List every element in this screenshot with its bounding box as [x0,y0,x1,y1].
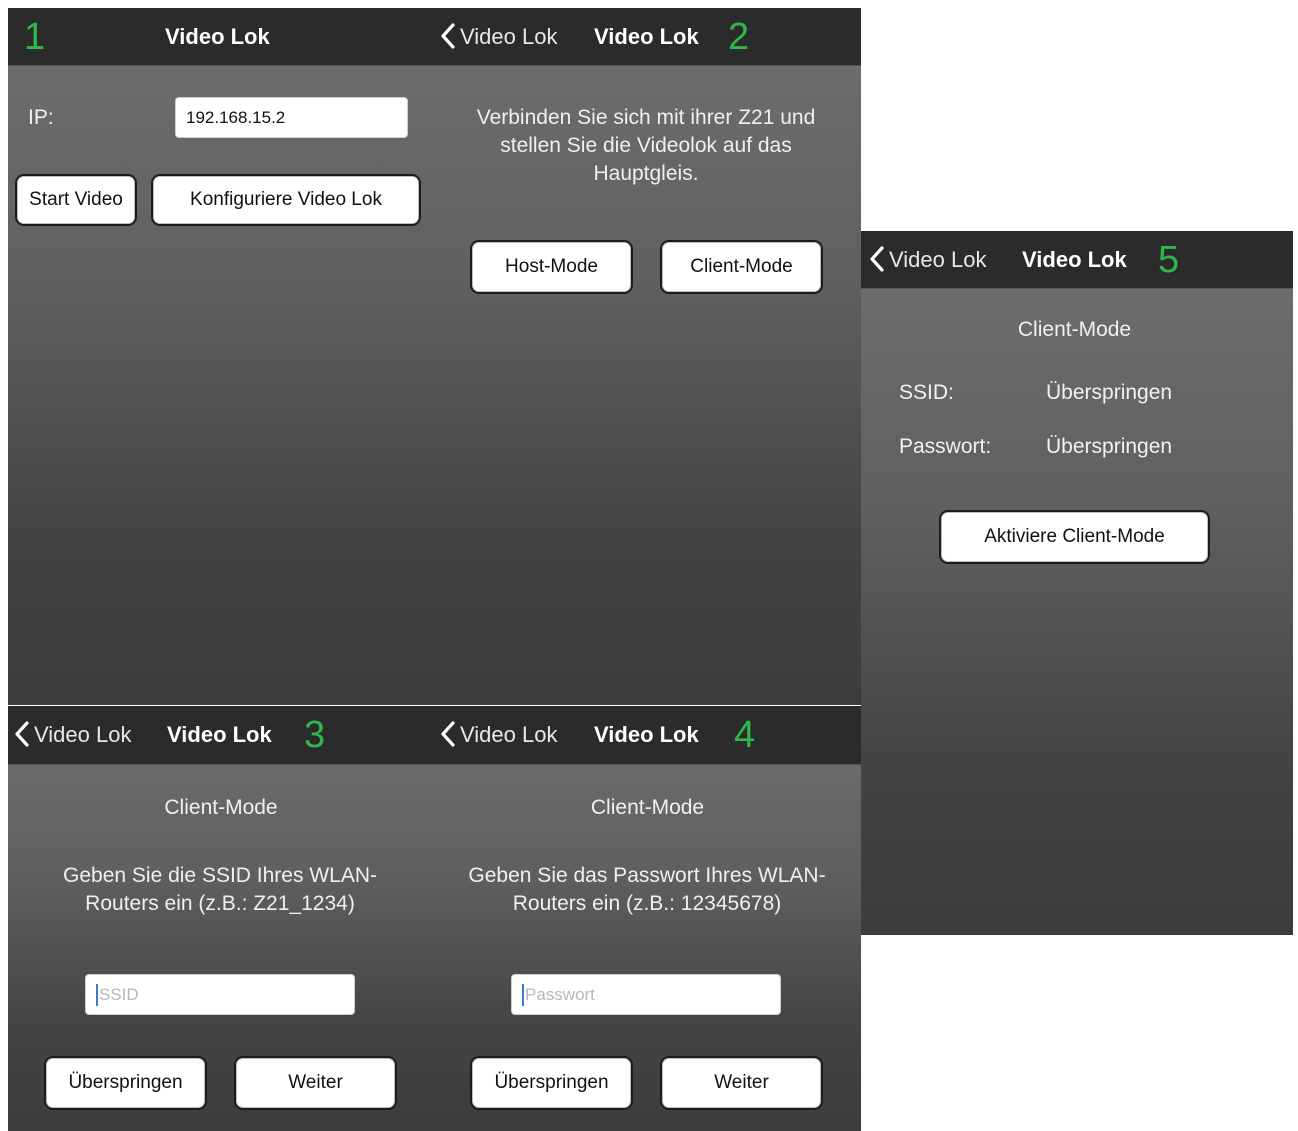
step-number: 3 [304,714,326,756]
back-label: Video Lok [460,722,558,747]
configure-video-lok-button[interactable]: Konfiguriere Video Lok [151,174,421,226]
nav-title: Video Lok [167,722,272,747]
instruction-text: Verbinden Sie sich mit ihrer Z21 und ste… [476,106,816,185]
password-value: Überspringen [1046,435,1173,458]
password-label: Passwort: [899,435,992,458]
next-button[interactable]: Weiter [234,1056,397,1110]
heading: Client-Mode [1017,318,1132,341]
chevron-left-icon [15,721,29,747]
nav-bar: Video Lok Video Lok 2 [434,8,861,66]
instruction-text: Geben Sie die SSID Ihres WLAN-Routers ei… [63,864,377,915]
nav-bar: Video Lok Video Lok 5 [861,231,1293,289]
step-number: 5 [1158,239,1180,281]
nav-title: Video Lok [165,24,270,49]
back-label: Video Lok [889,247,987,272]
nav-title: Video Lok [594,722,699,747]
nav-bar: Video Lok Video Lok 3 [8,706,434,765]
screen-4: Video Lok Video Lok 4 Client-Mode Geben … [434,706,861,1131]
heading: Client-Mode [590,796,705,819]
screen-5: Video Lok Video Lok 5 Client-Mode SSID: … [861,231,1293,935]
chevron-left-icon [441,721,455,747]
activate-client-mode-button[interactable]: Aktiviere Client-Mode [939,510,1210,564]
skip-button[interactable]: Überspringen [470,1056,633,1110]
password-input[interactable]: Passwort [511,974,781,1015]
screen-2: Video Lok Video Lok 2 Verbinden Sie sich… [434,8,861,705]
client-mode-button[interactable]: Client-Mode [660,240,823,294]
ssid-label: SSID: [899,381,954,404]
back-button[interactable]: Video Lok [14,706,131,764]
ip-input[interactable]: 192.168.15.2 [175,97,408,138]
step-number: 1 [24,16,46,58]
back-button[interactable]: Video Lok [869,231,986,288]
instruction-text: Geben Sie das Passwort Ihres WLAN-Router… [468,864,826,915]
ip-value: 192.168.15.2 [186,107,286,127]
ssid-placeholder: SSID [99,984,139,1004]
ip-label: IP: [28,106,54,129]
nav-title: Video Lok [1022,247,1127,272]
ssid-value: Überspringen [1046,381,1173,404]
screen-3: Video Lok Video Lok 3 Client-Mode Geben … [8,706,434,1131]
password-placeholder: Passwort [525,984,595,1004]
host-mode-button[interactable]: Host-Mode [470,240,633,294]
chevron-left-icon [870,246,884,272]
back-label: Video Lok [34,722,132,747]
back-label: Video Lok [460,24,558,49]
nav-title: Video Lok [594,24,699,49]
skip-button[interactable]: Überspringen [44,1056,207,1110]
back-button[interactable]: Video Lok [440,8,557,65]
text-caret [522,983,524,1006]
back-button[interactable]: Video Lok [440,706,557,764]
nav-bar: Video Lok Video Lok 4 [434,706,861,765]
chevron-left-icon [441,23,455,49]
heading: Client-Mode [164,796,278,819]
step-number: 2 [728,16,750,58]
ssid-input[interactable]: SSID [85,974,355,1015]
start-video-button[interactable]: Start Video [15,174,137,226]
next-button[interactable]: Weiter [660,1056,823,1110]
step-number: 4 [734,714,756,756]
text-caret [96,983,98,1006]
